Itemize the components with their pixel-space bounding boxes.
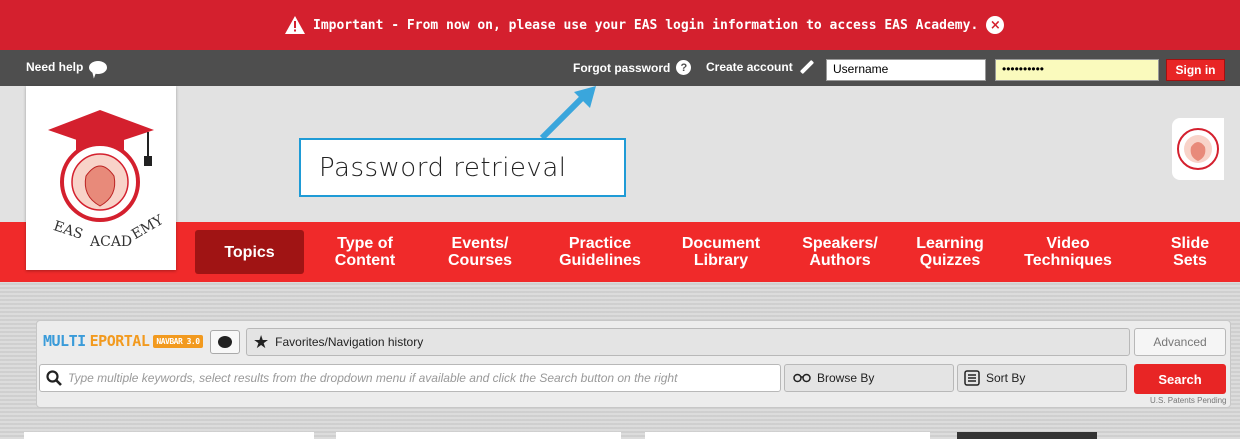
glasses-icon [793, 373, 811, 383]
alert-text: Important - From now on, please use your… [313, 17, 979, 33]
nav-label: Type of [337, 235, 393, 252]
chat-button[interactable] [210, 330, 240, 354]
nav-video-techniques[interactable]: Video Techniques [1010, 222, 1126, 282]
multieportal-brand: MULTI EPORTAL NAVBAR 3.0 [43, 332, 203, 350]
svg-text:EAS: EAS [51, 218, 84, 242]
search-placeholder: Type multiple keywords, select results f… [68, 371, 678, 385]
chat-bubble-icon [218, 336, 232, 348]
pencil-icon [799, 59, 814, 75]
logo-graphic: EAS ACAD EMY [48, 110, 167, 250]
nav-label: Events/ [451, 235, 509, 252]
need-help-label: Need help [26, 60, 84, 74]
nav-label: Practice [568, 235, 632, 252]
nav-practice-guidelines[interactable]: Practice Guidelines [545, 222, 655, 282]
nav-label: Slide [1170, 235, 1210, 252]
brand-multi: MULTI [43, 332, 86, 350]
close-icon[interactable]: × [986, 16, 1005, 34]
create-account-link[interactable]: Create account [706, 59, 815, 75]
content-card[interactable] [24, 432, 314, 439]
nav-label: Content [334, 252, 396, 269]
advanced-button[interactable]: Advanced [1134, 328, 1226, 356]
content-card[interactable] [957, 432, 1097, 439]
nav-speakers-authors[interactable]: Speakers/ Authors [788, 222, 892, 282]
nav-label: Library [693, 252, 749, 269]
nav-label: Speakers/ [802, 235, 878, 252]
password-retrieval-callout: Password retrieval [299, 138, 626, 197]
password-field[interactable]: •••••••••• [995, 59, 1159, 81]
need-help-link[interactable]: Need help [26, 60, 108, 74]
search-icon [46, 370, 62, 386]
svg-text:EMY: EMY [129, 212, 167, 243]
brand-navbar-badge: NAVBAR 3.0 [153, 334, 203, 348]
question-icon: ? [676, 60, 692, 75]
alert-content: Important - From now on, please use your… [285, 0, 1005, 50]
search-button[interactable]: Search [1134, 364, 1226, 394]
favorites-label: Favorites/Navigation history [275, 335, 424, 349]
nav-label: Topics [224, 243, 275, 261]
nav-label: Sets [1173, 252, 1207, 269]
nav-slide-sets[interactable]: Slide Sets [1150, 222, 1230, 282]
create-account-label: Create account [706, 60, 793, 74]
eas-academy-logo[interactable]: EAS ACAD EMY [26, 86, 176, 270]
nav-label: Document [681, 235, 761, 252]
nav-label: Learning [916, 235, 984, 252]
content-card[interactable] [336, 432, 621, 439]
brand-eportal: EPORTAL [89, 332, 150, 350]
patents-note: U.S. Patents Pending [1150, 396, 1227, 405]
nav-label: Video [1046, 235, 1090, 252]
favorites-history-bar[interactable]: ★ Favorites/Navigation history [246, 328, 1130, 356]
alert-bar: Important - From now on, please use your… [0, 0, 1240, 50]
nav-type-of-content[interactable]: Type of Content [315, 222, 415, 282]
nav-label: Authors [809, 252, 871, 269]
sign-in-button[interactable]: Sign in [1166, 59, 1225, 81]
warning-icon [285, 16, 305, 34]
right-seal-logo[interactable] [1172, 118, 1224, 180]
username-field[interactable]: Username [826, 59, 986, 81]
seal-icon [1177, 128, 1219, 170]
nav-document-library[interactable]: Document Library [668, 222, 774, 282]
browse-by-button[interactable]: Browse By [784, 364, 954, 392]
svg-text:ACAD: ACAD [89, 234, 132, 250]
star-icon: ★ [253, 331, 270, 353]
nav-label: Courses [447, 252, 513, 269]
nav-label: Guidelines [559, 252, 641, 269]
nav-events-courses[interactable]: Events/ Courses [430, 222, 530, 282]
main-navigation: Topics Type of Content Events/ Courses P… [0, 222, 1240, 282]
search-input[interactable]: Type multiple keywords, select results f… [39, 364, 781, 392]
nav-label: Techniques [1024, 252, 1112, 269]
nav-label: Quizzes [919, 252, 981, 269]
forgot-password-link[interactable]: Forgot password ? [573, 60, 692, 75]
callout-arrow [539, 86, 596, 141]
sort-by-label: Sort By [986, 371, 1026, 385]
browse-by-label: Browse By [817, 371, 875, 385]
nav-topics[interactable]: Topics [195, 230, 304, 274]
content-card[interactable] [645, 432, 930, 439]
nav-learning-quizzes[interactable]: Learning Quizzes [904, 222, 996, 282]
sort-icon [964, 370, 980, 386]
forgot-password-label: Forgot password [573, 60, 671, 75]
chat-bubble-icon [89, 60, 108, 74]
sort-by-button[interactable]: Sort By [957, 364, 1127, 392]
